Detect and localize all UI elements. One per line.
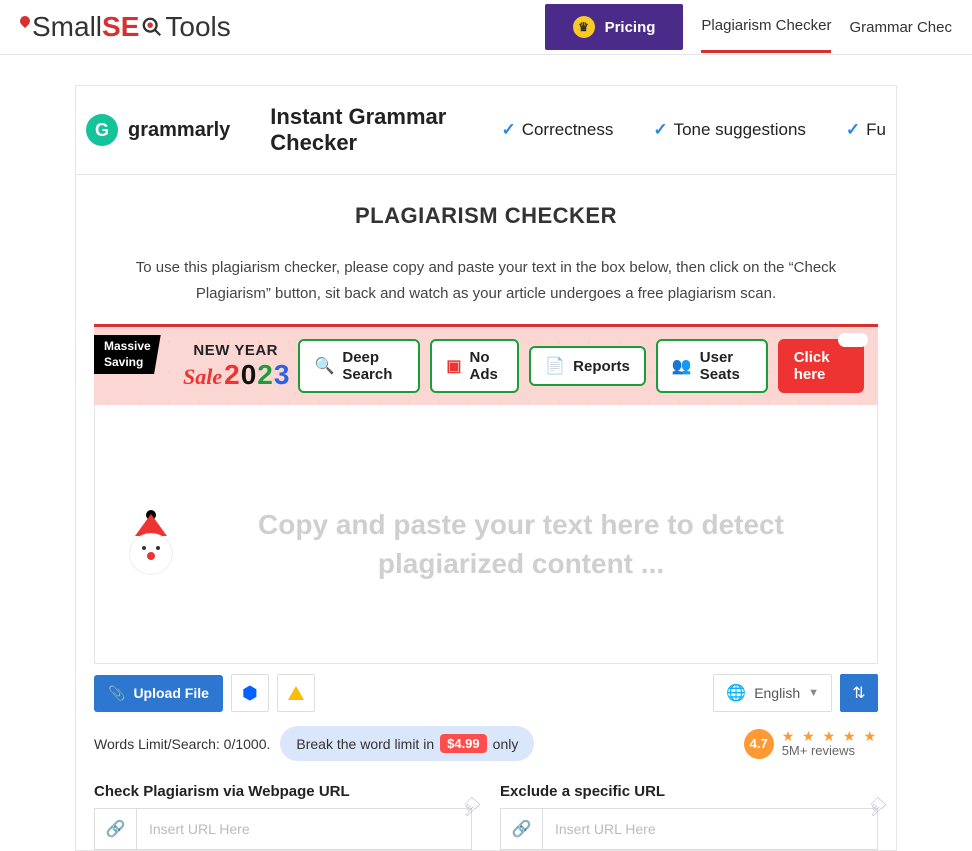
chevron-down-icon: ▼ <box>808 687 819 699</box>
crown-icon: ♛ <box>573 16 595 38</box>
exclude-url-input[interactable] <box>543 809 877 849</box>
no-ads-icon: ▣ <box>446 356 461 376</box>
grammarly-banner[interactable]: G grammarly Instant Grammar Checker ✓Cor… <box>75 85 897 174</box>
sale-year: Sale 2023 <box>183 359 288 391</box>
search-icon: 🔍 <box>314 356 334 376</box>
massive-saving-badge: MassiveSaving <box>94 335 161 374</box>
feature-more: ✓Fu <box>846 120 886 140</box>
text-format-button[interactable]: ⇅ <box>840 674 878 712</box>
editor-placeholder: Copy and paste your text here to detect … <box>195 505 847 583</box>
dropbox-button[interactable]: ⬢ <box>231 674 269 712</box>
promo-click-here-button[interactable]: Click here <box>778 339 864 393</box>
header: Small SE Tools ♛ Pricing Plagiarism Chec… <box>0 0 972 55</box>
globe-icon: 🌐 <box>726 683 746 703</box>
promo-no-ads[interactable]: ▣No Ads <box>430 339 519 393</box>
check-url-column: Check Plagiarism via Webpage URL 🔗 ☟ <box>94 783 472 850</box>
word-limit-text: Words Limit/Search: 0/1000. <box>94 736 270 752</box>
grammarly-icon: G <box>86 114 118 146</box>
rating-block[interactable]: 4.7 ★ ★ ★ ★ ★ 5M+ reviews <box>744 729 878 759</box>
link-icon: 🔗 <box>95 809 137 849</box>
toolbar: 📎 Upload File ⬢ 🌐 English ▼ ⇅ <box>94 674 878 712</box>
check-icon: ✓ <box>846 120 860 140</box>
nav: ♛ Pricing Plagiarism Checker Grammar Che… <box>545 1 952 53</box>
santa-icon <box>125 514 177 574</box>
promo-deep-search[interactable]: 🔍Deep Search <box>298 339 420 393</box>
promo-banner: MassiveSaving NEW YEAR Sale 2023 🔍Deep S… <box>94 324 878 405</box>
grammarly-brand: grammarly <box>128 119 230 142</box>
price-badge: $4.99 <box>440 734 487 753</box>
check-icon: ✓ <box>653 120 667 140</box>
reviews-count: 5M+ reviews <box>782 743 878 759</box>
pricing-label: Pricing <box>605 19 656 36</box>
page-title: PLAGIARISM CHECKER <box>76 203 896 229</box>
main-card: PLAGIARISM CHECKER To use this plagiaris… <box>75 174 897 851</box>
link-icon: 🔗 <box>501 809 543 849</box>
language-select[interactable]: 🌐 English ▼ <box>713 674 832 712</box>
snow-icon <box>838 333 868 347</box>
dropbox-icon: ⬢ <box>242 683 258 704</box>
rating-value: 4.7 <box>744 729 774 759</box>
logo-mark-icon <box>18 14 32 28</box>
stars-icon: ★ ★ ★ ★ ★ <box>782 729 878 743</box>
magnifier-icon <box>139 14 165 40</box>
new-year-label: NEW YEAR <box>193 342 278 359</box>
exclude-url-label: Exclude a specific URL <box>500 783 878 800</box>
pricing-button[interactable]: ♛ Pricing <box>545 4 684 50</box>
promo-reports[interactable]: 📄Reports <box>529 346 646 386</box>
feature-correctness: ✓Correctness <box>501 120 613 140</box>
sale-block: NEW YEAR Sale 2023 <box>183 342 288 391</box>
logo[interactable]: Small SE Tools <box>20 11 231 43</box>
upload-file-button[interactable]: 📎 Upload File <box>94 675 223 712</box>
promo-user-seats[interactable]: 👥User Seats <box>656 339 768 393</box>
break-limit-button[interactable]: Break the word limit in $4.99 only <box>280 726 534 761</box>
logo-text-1: Small <box>32 11 102 43</box>
logo-seo: SE <box>102 11 165 43</box>
check-url-label: Check Plagiarism via Webpage URL <box>94 783 472 800</box>
google-drive-button[interactable] <box>277 674 315 712</box>
nav-grammar-checker[interactable]: Grammar Chec <box>849 3 952 52</box>
grammarly-logo: G grammarly <box>86 114 230 146</box>
google-drive-icon <box>288 686 304 700</box>
limit-row: Words Limit/Search: 0/1000. Break the wo… <box>94 726 878 761</box>
user-seats-icon: 👥 <box>672 356 692 376</box>
url-row: Check Plagiarism via Webpage URL 🔗 ☟ Exc… <box>94 783 878 850</box>
text-input-area[interactable]: Copy and paste your text here to detect … <box>94 405 878 664</box>
check-icon: ✓ <box>501 120 515 140</box>
feature-tone: ✓Tone suggestions <box>653 120 806 140</box>
exclude-url-column: Exclude a specific URL 🔗 ☟ <box>500 783 878 850</box>
check-url-input[interactable] <box>137 809 471 849</box>
nav-plagiarism-checker[interactable]: Plagiarism Checker <box>701 1 831 53</box>
text-height-icon: ⇅ <box>852 683 865 703</box>
intro-text: To use this plagiarism checker, please c… <box>116 255 856 306</box>
reports-icon: 📄 <box>545 356 565 376</box>
logo-text-2: Tools <box>165 11 230 43</box>
grammarly-title: Instant Grammar Checker <box>270 104 461 156</box>
paperclip-icon: 📎 <box>108 685 125 702</box>
